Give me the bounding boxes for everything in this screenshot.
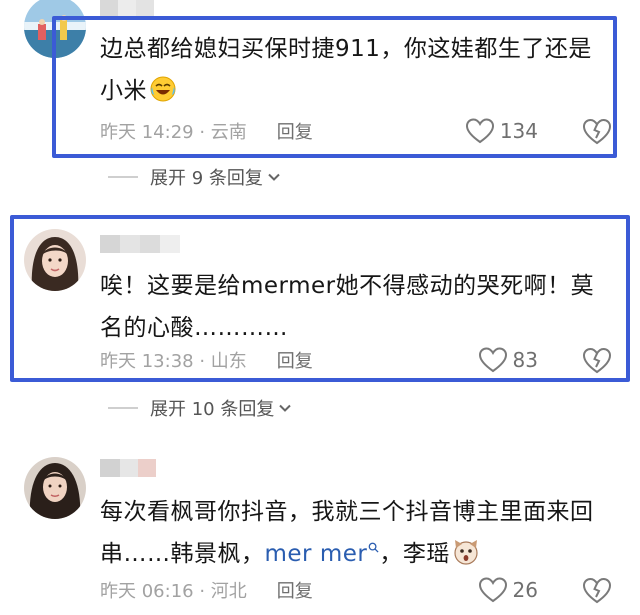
mention-link[interactable]: mer mer (265, 541, 380, 567)
expand-replies-button[interactable]: 展开 9 条回复 (108, 164, 281, 190)
reply-button[interactable]: 回复 (277, 118, 313, 144)
like-button[interactable]: 83 (478, 347, 538, 373)
dislike-button[interactable] (582, 346, 612, 374)
broken-heart-icon (582, 577, 612, 604)
time-location: 昨天 13:38 · 山东 (100, 351, 247, 372)
expand-label: 展开 10 条回复 (150, 399, 275, 420)
comment-2: 唉！这要是给mermer她不得感动的哭死啊！莫 名的心酸………… 昨天 13:3… (0, 215, 640, 420)
expand-label: 展开 9 条回复 (150, 168, 263, 189)
comment-text-line-2-suffix: ，李瑶 (379, 541, 450, 567)
broken-heart-icon (582, 118, 612, 145)
avatar-image (24, 229, 86, 291)
divider-line (108, 176, 138, 178)
search-icon (368, 542, 379, 553)
dislike-button[interactable] (582, 117, 612, 145)
heart-icon (465, 118, 494, 144)
heart-icon (478, 347, 507, 373)
comment-meta: 昨天 14:29 · 云南 回复 134 (100, 116, 618, 146)
comment-3: 每次看枫哥你抖音，我就三个抖音博主里面来回 串……韩景枫，mer mer ，李瑶 … (0, 455, 640, 615)
reply-button[interactable]: 回复 (277, 347, 313, 373)
like-count: 134 (499, 119, 538, 143)
divider-line (108, 407, 138, 409)
time-location: 昨天 14:29 · 云南 (100, 122, 247, 143)
comment-1: 边总都给媳妇买保时捷911，你这娃都生了还是 小米 昨天 14:29 · 云南 … (0, 0, 640, 190)
username-blurred[interactable] (100, 459, 156, 477)
like-button[interactable]: 134 (465, 118, 538, 144)
surprised-dog-emoji-icon (452, 538, 480, 566)
comment-meta: 昨天 06:16 · 河北 回复 26 (100, 575, 618, 605)
avatar[interactable] (24, 457, 86, 519)
comment-meta: 昨天 13:38 · 山东 回复 83 (100, 345, 618, 375)
chevron-down-icon (278, 401, 292, 415)
comment-text-line-2: 名的心酸………… (100, 315, 288, 341)
avatar[interactable] (24, 229, 86, 291)
comment-text-line-1: 唉！这要是给mermer她不得感动的哭死啊！莫 (100, 273, 595, 299)
like-count: 26 (512, 578, 538, 602)
avatar-image (24, 457, 86, 519)
comment-text-line-1: 边总都给媳妇买保时捷911，你这娃都生了还是 (100, 36, 592, 62)
heart-icon (478, 577, 507, 603)
username-blurred[interactable] (100, 235, 180, 253)
comment-text-line-1: 每次看枫哥你抖音，我就三个抖音博主里面来回 (100, 499, 594, 525)
reply-button[interactable]: 回复 (277, 577, 313, 603)
comment-text-line-2: 小米 (100, 78, 147, 104)
laughing-tears-emoji-icon (149, 75, 177, 103)
comment-text: 边总都给媳妇买保时捷911，你这娃都生了还是 小米 (100, 28, 618, 112)
like-count: 83 (512, 348, 538, 372)
broken-heart-icon (582, 347, 612, 374)
comment-text: 唉！这要是给mermer她不得感动的哭死啊！莫 名的心酸………… (100, 265, 618, 349)
chevron-down-icon (267, 170, 281, 184)
time-location: 昨天 06:16 · 河北 (100, 581, 247, 602)
comment-text-line-2-prefix: 串……韩景枫， (100, 541, 265, 567)
dislike-button[interactable] (582, 576, 612, 604)
comment-text: 每次看枫哥你抖音，我就三个抖音博主里面来回 串……韩景枫，mer mer ，李瑶 (100, 491, 618, 575)
expand-replies-button[interactable]: 展开 10 条回复 (108, 395, 292, 421)
like-button[interactable]: 26 (478, 577, 538, 603)
